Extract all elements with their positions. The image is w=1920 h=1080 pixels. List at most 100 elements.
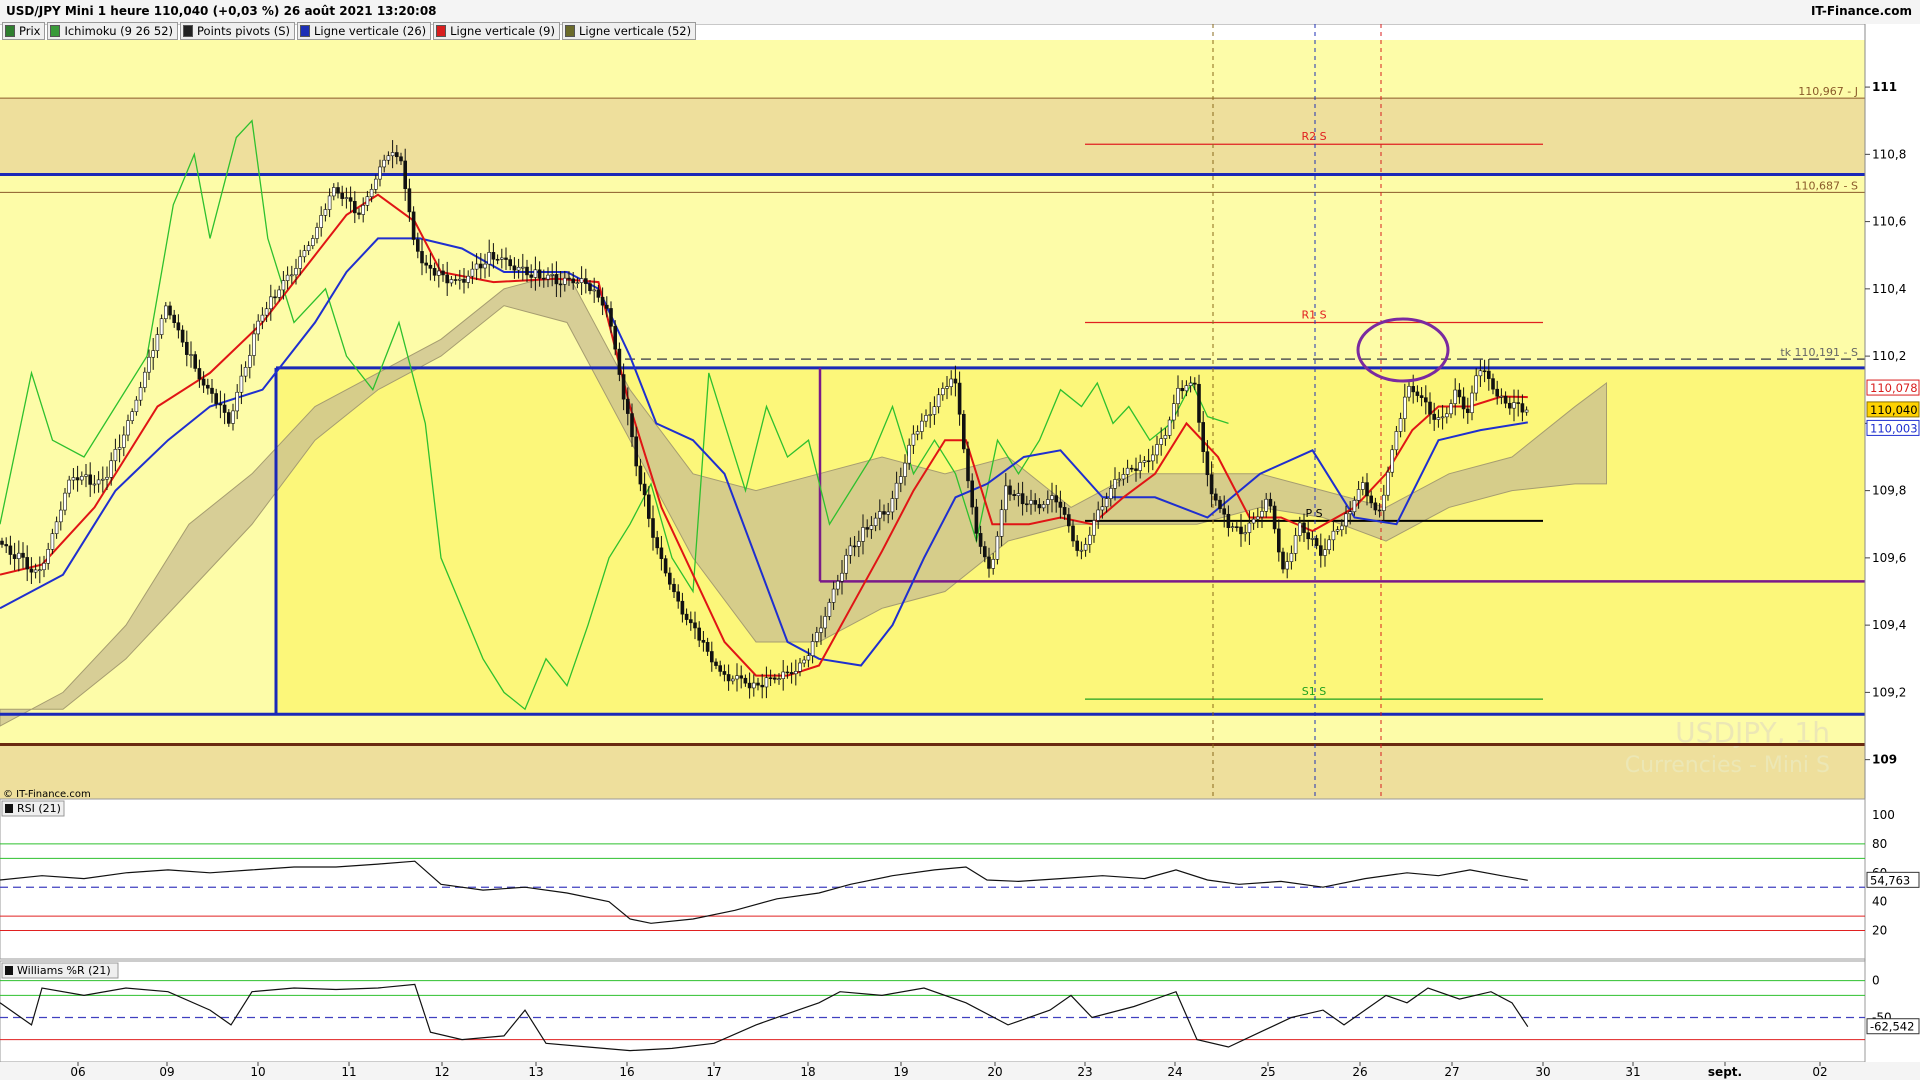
time-tick-label: 10 (250, 1065, 265, 1079)
legend-label: Ichimoku (9 26 52) (64, 24, 174, 38)
candle-body (1205, 451, 1210, 476)
indicator-legend: Prix Ichimoku (9 26 52) Points pivots (S) L… (2, 22, 697, 40)
axis-tick-label: 110,2 (1872, 349, 1906, 363)
candle-body (390, 152, 395, 157)
candle-body (537, 269, 542, 279)
candle-body (1125, 467, 1130, 475)
candle-body (327, 195, 332, 210)
candle-body (861, 527, 865, 542)
candle-body (1230, 526, 1235, 528)
candle-body (310, 238, 315, 246)
legend-swatch (436, 25, 447, 37)
candle-body (1331, 530, 1336, 541)
price-tag-0 (1866, 379, 1920, 396)
candle-body (277, 289, 282, 298)
candle-body (793, 671, 798, 675)
candle-body (760, 684, 765, 688)
candle-body (676, 591, 681, 602)
rsi-bg (0, 798, 1866, 960)
candle-body (1104, 498, 1109, 508)
time-axis-bg (0, 1062, 1920, 1080)
candle-body (663, 558, 668, 574)
candle-body (1033, 500, 1037, 505)
candle-body (294, 268, 298, 276)
time-tick-label: 24 (1167, 1065, 1182, 1079)
candle-body (684, 613, 689, 620)
candle-body (113, 449, 118, 462)
legend-item-3[interactable]: Ligne verticale (26) (297, 22, 432, 40)
candle-body (525, 266, 529, 276)
candle-body (441, 270, 445, 276)
candle-body (382, 159, 387, 168)
candle-body (1025, 503, 1029, 506)
williams-tick-label: -50 (1872, 1011, 1892, 1025)
legend-item-4[interactable]: Ligne verticale (9) (433, 22, 560, 40)
candle-body (625, 398, 630, 414)
candle-body (134, 399, 139, 412)
candle-body (252, 333, 256, 356)
chikou-line (0, 119, 1229, 711)
candle-body (67, 479, 71, 494)
candle-body (1457, 389, 1462, 398)
candle-body (0, 540, 4, 545)
candle-body (1436, 417, 1441, 420)
candle-body (844, 554, 849, 574)
price-tag-2 (1866, 419, 1920, 436)
price-tag-label-2: 110,003 (1870, 421, 1918, 435)
candle-body (1503, 395, 1508, 404)
candle-body (961, 413, 966, 450)
pivot-label-3: R2 S (1301, 130, 1326, 143)
candle-body (415, 239, 420, 252)
legend-item-5[interactable]: Ligne verticale (52) (561, 22, 697, 40)
candle-body (499, 257, 504, 260)
cloud-area (0, 271, 1607, 727)
candle-body (953, 378, 958, 384)
candle-body (651, 518, 655, 538)
time-tick-label: 11 (341, 1065, 356, 1079)
candle-body (29, 568, 34, 573)
candle-body (667, 572, 672, 585)
candle-body (1172, 403, 1176, 421)
candle-body (117, 447, 122, 450)
williams-title: Williams %R (21) (17, 964, 111, 977)
candle-body (579, 278, 584, 283)
candle-body (109, 460, 113, 478)
candle-body (621, 374, 626, 400)
candle-body (1478, 370, 1483, 377)
candle-body (168, 305, 172, 316)
legend-item-2[interactable]: Points pivots (S) (180, 22, 295, 40)
candle-body (1356, 489, 1361, 501)
legend-swatch (50, 25, 61, 37)
candle-body (575, 282, 580, 284)
candle-body (1188, 382, 1193, 386)
candle-body (823, 616, 828, 629)
candle-body (96, 479, 101, 485)
time-tick-label: 18 (800, 1065, 815, 1079)
candle-body (1071, 525, 1075, 542)
candle-body (1062, 507, 1067, 515)
rsi-tick-label: 80 (1872, 837, 1887, 851)
williams-title-box (1, 962, 119, 979)
candle-body (164, 305, 168, 320)
candle-body (974, 506, 979, 534)
candle-body (63, 492, 67, 511)
candle-body (726, 674, 731, 682)
candle-body (882, 511, 886, 515)
candle-body (1222, 508, 1226, 515)
candle-body (1003, 485, 1008, 511)
candle-body (1461, 396, 1466, 410)
highlight-ellipse (1356, 317, 1450, 383)
legend-item-1[interactable]: Ichimoku (9 26 52) (47, 22, 179, 40)
candle-body (730, 678, 735, 682)
legend-item-0[interactable]: Prix (2, 22, 46, 40)
candle-body (756, 682, 760, 686)
candle-body (907, 444, 912, 464)
candle-body (852, 545, 857, 548)
candle-body (1134, 468, 1138, 471)
candle-body (768, 677, 773, 680)
annotations (1356, 317, 1450, 383)
candle-body (1424, 397, 1428, 403)
candle-body (928, 414, 933, 416)
candle-body (1050, 495, 1054, 500)
candle-body (369, 189, 374, 198)
